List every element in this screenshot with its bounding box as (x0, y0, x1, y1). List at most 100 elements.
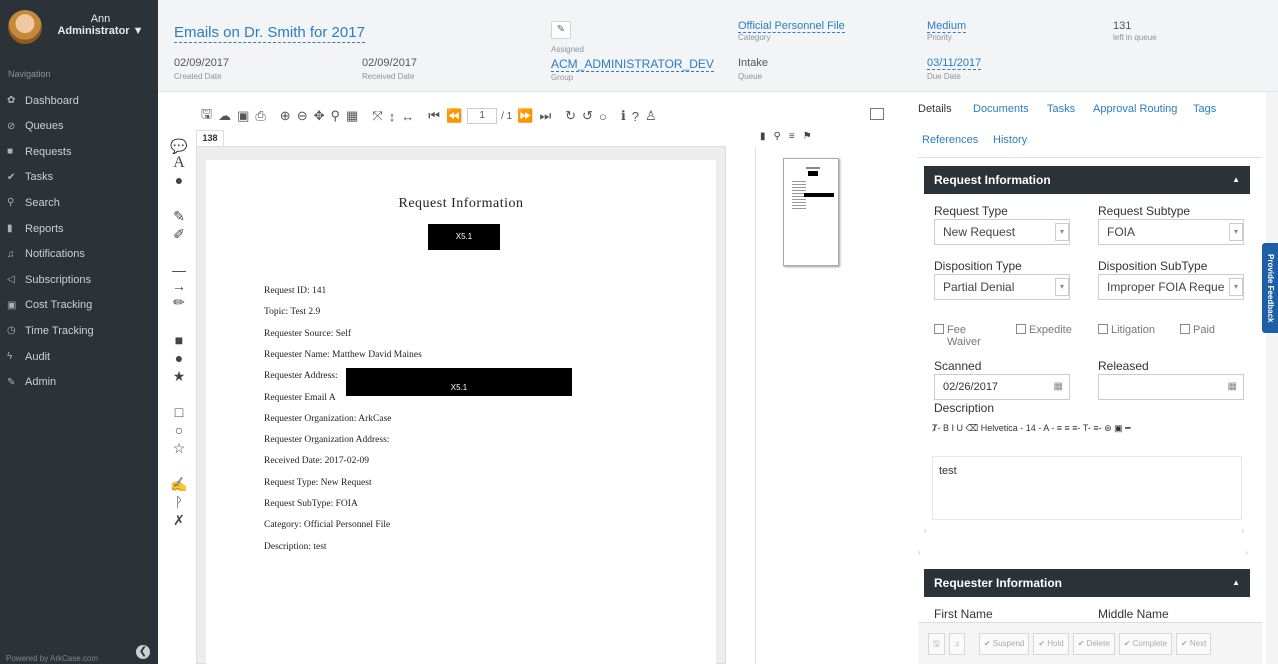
sidebar-item-subscriptions[interactable]: ◁ Subscriptions (0, 267, 158, 292)
due-date-value[interactable]: 03/11/2017 (927, 57, 982, 70)
notify-button[interactable]: ♫ (948, 632, 965, 655)
zoom-in-icon[interactable]: ⊕ (279, 108, 292, 124)
save-icon[interactable]: 🖫 (200, 105, 213, 127)
user-menu[interactable]: Ann Administrator ▼ (8, 10, 153, 50)
sidebar-item-queues[interactable]: ⊘ Queues (0, 114, 158, 139)
text-tool-icon[interactable]: A (168, 154, 190, 172)
fee-waiver-checkbox[interactable]: Fee Waiver (934, 324, 981, 348)
complete-button[interactable]: ✔ Complete (1118, 632, 1172, 655)
filled-rect-icon[interactable]: ■ (168, 332, 190, 348)
document-tab[interactable]: 138 (196, 130, 224, 146)
description-editor[interactable]: test (932, 456, 1242, 520)
zoom-out-icon[interactable]: ⊖ (296, 108, 309, 124)
cloud-icon[interactable]: ☁ (217, 108, 232, 124)
feedback-button[interactable]: Provide Feedback (1262, 243, 1278, 333)
delete-button[interactable]: ✔ Delete (1072, 632, 1115, 655)
requester-info-header[interactable]: Requester Information ▲ (924, 569, 1250, 597)
redaction-box[interactable]: X5.1 (428, 224, 500, 250)
rect-icon[interactable]: □ (168, 404, 190, 420)
sidebar-item-dashboard[interactable]: ✿ Dashboard (0, 88, 158, 113)
request-info-header[interactable]: Request Information ▲ (924, 166, 1250, 194)
user-icon[interactable]: ♙ (644, 108, 658, 124)
info-icon[interactable]: ℹ (620, 108, 627, 124)
released-date-input[interactable]: ▦ (1098, 374, 1244, 400)
fullscreen-icon[interactable]: ⤧ (371, 108, 383, 124)
sidebar-item-requests[interactable]: ■ Requests (0, 139, 158, 164)
tab-history[interactable]: History (993, 134, 1027, 146)
category-value[interactable]: Official Personnel File (738, 20, 845, 33)
edit-icon[interactable]: ✎ (168, 208, 190, 225)
pencil-icon[interactable]: ✏ (168, 294, 190, 311)
tab-references[interactable]: References (922, 134, 978, 146)
group-value[interactable]: ACM_ADMINISTRATOR_DEV (551, 57, 714, 72)
fit-icon[interactable]: ▦ (345, 108, 359, 124)
tab-documents[interactable]: Documents (973, 103, 1029, 115)
filled-star-icon[interactable]: ★ (168, 368, 190, 385)
next-button[interactable]: ✔ Next (1175, 632, 1212, 655)
fit-width-icon[interactable]: ↔ (400, 109, 415, 124)
calendar-icon[interactable]: ▦ (1228, 375, 1237, 399)
signature-icon[interactable]: ✍ (168, 476, 190, 493)
panel-toggle-icon[interactable] (870, 108, 884, 120)
sidebar-item-cost-tracking[interactable]: ▣ Cost Tracking (0, 293, 158, 318)
list-icon[interactable]: ≡ (789, 131, 795, 142)
search-icon[interactable]: ⚲ (774, 131, 781, 142)
arrow-icon[interactable]: → (168, 278, 190, 294)
bookmark-icon[interactable]: ⚑ (803, 131, 812, 142)
expedite-checkbox[interactable]: Expedite (1016, 324, 1072, 336)
disposition-type-select[interactable]: Partial Denial ▾ (934, 274, 1070, 300)
tab-approval-routing[interactable]: Approval Routing (1093, 103, 1177, 115)
circle-icon[interactable]: ○ (168, 422, 190, 438)
save-button[interactable]: 🖫 (928, 632, 945, 655)
page-scrollbar[interactable] (1266, 92, 1278, 664)
rotate-cw-icon[interactable]: ↻ (564, 108, 577, 124)
tab-tasks[interactable]: Tasks (1047, 103, 1075, 115)
zoom-box-icon[interactable]: ⚲ (330, 108, 342, 124)
page-thumbnail[interactable] (783, 158, 839, 266)
editor-toolbar[interactable]: Ⱦ- B I U ⌫ Helvetica - 14 - A - ≡ ≡ ≡- T… (932, 420, 1242, 436)
calendar-icon[interactable]: ▦ (1054, 375, 1063, 399)
collapse-sidebar-button[interactable]: ❮ (136, 645, 150, 659)
sidebar-item-audit[interactable]: ϟ Audit (0, 344, 158, 369)
scanned-date-input[interactable]: 02/26/2017 ▦ (934, 374, 1070, 400)
image-icon[interactable]: ▣ (236, 108, 250, 124)
edit-assignee-button[interactable]: ✎ (551, 21, 571, 39)
first-page-icon[interactable]: ⏮ (427, 108, 441, 124)
help-icon[interactable]: ? (631, 109, 640, 124)
paid-checkbox[interactable]: Paid (1180, 324, 1215, 336)
editor-scrollbar[interactable]: ‹ › (924, 526, 1244, 536)
sidebar-item-reports[interactable]: ▮ Reports (0, 216, 158, 241)
request-subtype-select[interactable]: FOIA ▾ (1098, 219, 1244, 245)
suspend-button[interactable]: ✔ Suspend (978, 632, 1030, 655)
request-type-select[interactable]: New Request ▾ (934, 219, 1070, 245)
sidebar-item-search[interactable]: ⚲ Search (0, 190, 158, 215)
highlight-icon[interactable]: ✐ (168, 226, 190, 243)
tab-details[interactable]: Details (918, 103, 952, 117)
avatar[interactable] (8, 10, 42, 44)
disposition-subtype-select[interactable]: Improper FOIA Reque ▾ (1098, 274, 1244, 300)
collapse-icon[interactable]: ▲ (1232, 166, 1240, 194)
sidebar-item-notifications[interactable]: ♫ Notifications (0, 242, 158, 267)
line-icon[interactable]: — (168, 262, 190, 278)
print-icon[interactable]: ⎙ (254, 108, 266, 124)
comment-icon[interactable]: 💬 (168, 138, 190, 155)
user-role[interactable]: Administrator ▼ (48, 25, 153, 37)
fit-height-icon[interactable]: ↕ (388, 109, 397, 124)
page-input[interactable]: 1 (467, 108, 498, 124)
hold-button[interactable]: ✔ Hold (1033, 632, 1069, 655)
case-title[interactable]: Emails on Dr. Smith for 2017 (174, 24, 365, 43)
litigation-checkbox[interactable]: Litigation (1098, 324, 1155, 336)
sidebar-item-time-tracking[interactable]: ◷ Time Tracking (0, 318, 158, 343)
redaction-box-address[interactable]: X5.1 (346, 368, 572, 396)
priority-value[interactable]: Medium (927, 20, 967, 33)
tab-tags[interactable]: Tags (1193, 103, 1216, 115)
pan-icon[interactable]: ✥ (313, 108, 326, 124)
rotate-ccw-icon[interactable]: ↺ (581, 108, 594, 124)
file-icon[interactable]: ▮ (760, 131, 766, 142)
prev-page-icon[interactable]: ⏪ (445, 108, 463, 124)
filled-circle-icon[interactable]: ● (168, 350, 190, 366)
reset-icon[interactable]: ○ (598, 109, 608, 124)
panel-scrollbar[interactable]: ‹ › (918, 548, 1248, 558)
stamp-icon[interactable]: ● (168, 172, 190, 188)
next-page-icon[interactable]: ⏩ (516, 108, 534, 124)
